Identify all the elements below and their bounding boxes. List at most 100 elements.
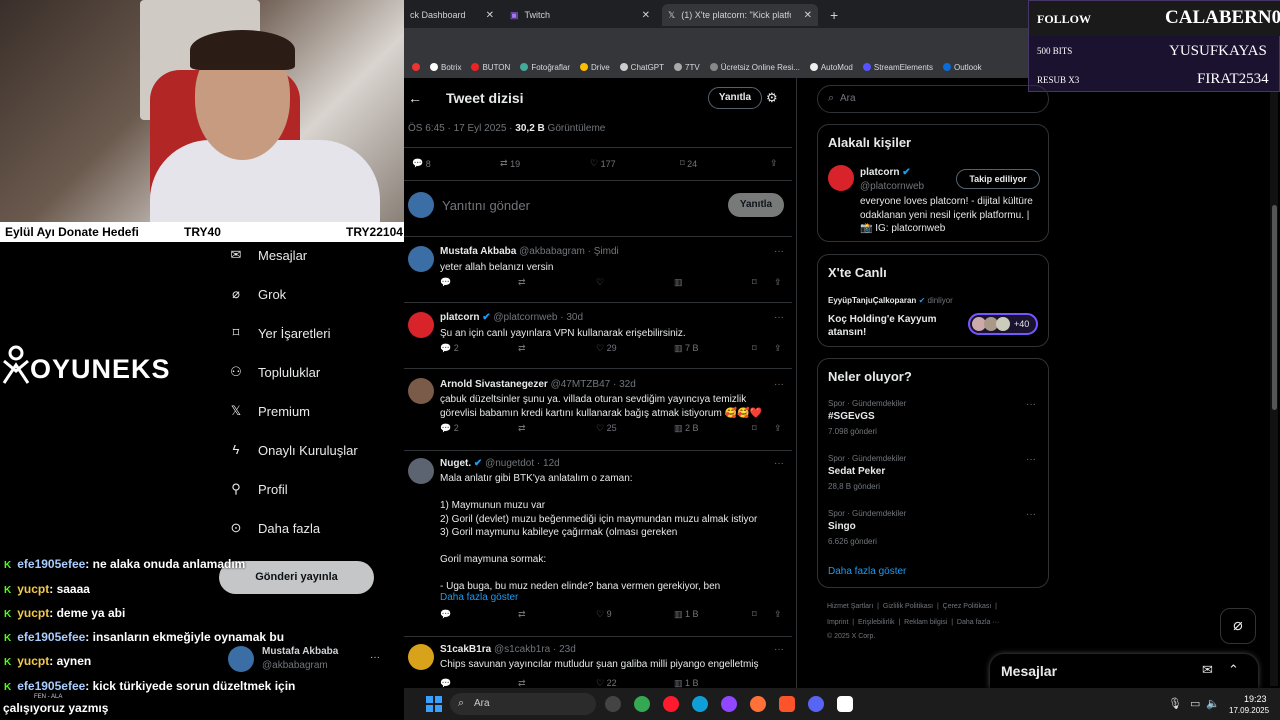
clock-time[interactable]: 19:23	[1244, 694, 1267, 704]
close-icon[interactable]: ✕	[642, 10, 650, 21]
reply-icon[interactable]: 💬 2	[440, 343, 459, 354]
compose-reply-button[interactable]: Yanıtla	[728, 193, 784, 217]
heart-icon[interactable]: ♡ 9	[596, 609, 612, 620]
avatar[interactable]	[408, 312, 434, 338]
close-icon[interactable]: ✕	[486, 10, 494, 21]
chrome-icon[interactable]	[634, 696, 650, 712]
chevron-up-icon[interactable]: ⌃	[1228, 662, 1239, 678]
heart-icon[interactable]: ♡ 22	[596, 678, 617, 688]
grok-icon[interactable]: ⌀	[1220, 608, 1256, 644]
reply-stat[interactable]: 💬 8	[412, 158, 431, 169]
related-name[interactable]: platcorn ✔	[860, 167, 911, 178]
tab-dashboard[interactable]: ck Dashboard ✕	[404, 4, 500, 26]
nav-grok[interactable]: ⌀ Grok	[228, 286, 286, 302]
footer-links[interactable]: Imprint | Erişilebilirlik | Reklam bilgi…	[827, 619, 999, 626]
reply-icon[interactable]: 💬	[440, 678, 451, 688]
nav-messages[interactable]: ✉ Mesajlar	[228, 247, 308, 263]
bookmark[interactable]: Fotoğraflar	[520, 63, 570, 72]
avatar[interactable]	[228, 646, 254, 672]
discord-icon[interactable]	[808, 696, 824, 712]
reply-icon[interactable]: 💬	[440, 609, 451, 620]
twitch-app-icon[interactable]	[721, 696, 737, 712]
close-icon[interactable]: ✕	[804, 10, 812, 21]
bookmark[interactable]: Botrix	[430, 63, 461, 72]
edge-icon[interactable]	[692, 696, 708, 712]
live-space-title[interactable]: Koç Holding'e Kayyum atansın!	[828, 313, 948, 339]
windows-start-icon[interactable]	[426, 696, 442, 712]
views-icon[interactable]: ▥ 7 B	[674, 343, 699, 354]
repost-icon[interactable]: ⇄	[518, 277, 526, 288]
avatar[interactable]	[408, 192, 434, 218]
bookmark-icon[interactable]: ⌑	[752, 609, 757, 620]
share-icon[interactable]: ⇪	[770, 158, 778, 169]
heart-icon[interactable]: ♡ 29	[596, 343, 617, 354]
bookmark[interactable]: AutoMod	[809, 63, 853, 72]
tweet-author[interactable]: S1cakB1ra @s1cakb1ra · 23d	[440, 644, 576, 655]
trend-item[interactable]: #SGEvGS	[828, 411, 875, 422]
repost-icon[interactable]: ⇄	[518, 423, 526, 434]
live-listeners[interactable]: +40	[968, 313, 1038, 335]
nav-bookmarks[interactable]: ⌑ Yer İşaretleri	[228, 325, 331, 341]
share-icon[interactable]: ⇪	[774, 343, 782, 354]
repost-icon[interactable]: ⇄	[518, 678, 526, 688]
share-icon[interactable]: ⇪	[774, 609, 782, 620]
bookmark-icon[interactable]: ⌑	[752, 277, 757, 288]
bookmark[interactable]: 7TV	[674, 63, 700, 72]
clock-date[interactable]: 17.09.2025	[1229, 706, 1269, 715]
trend-item[interactable]: Sedat Peker	[828, 466, 885, 477]
network-icon[interactable]: ▭	[1190, 697, 1200, 710]
nav-more[interactable]: ⊙ Daha fazla	[228, 520, 321, 536]
account-name[interactable]: Mustafa Akbaba	[262, 646, 338, 657]
search-input[interactable]: ⌕ Ara	[817, 85, 1049, 113]
tweet-author[interactable]: platcorn ✔ @platcornweb · 30d	[440, 312, 583, 323]
like-stat[interactable]: ♡ 177	[590, 158, 616, 169]
following-button[interactable]: Takip ediliyor	[956, 169, 1040, 189]
heart-icon[interactable]: ♡ 25	[596, 423, 617, 434]
views-icon[interactable]: ▥ 1 B	[674, 678, 699, 688]
views-icon[interactable]: ▥ 1 B	[674, 609, 699, 620]
bookmark[interactable]: BUTON	[471, 63, 510, 72]
bookmark-stat[interactable]: ⌑ 24	[680, 158, 697, 169]
sliders-icon[interactable]: ⚙	[766, 90, 778, 106]
footer-links[interactable]: Hizmet Şartları | Gizlilik Politikası | …	[827, 603, 997, 610]
bookmark[interactable]: Ücretsiz Online Resi...	[709, 63, 800, 72]
brave-icon[interactable]	[779, 696, 795, 712]
repost-icon[interactable]: ⇄	[518, 343, 526, 354]
heart-icon[interactable]: ♡	[596, 277, 604, 288]
views-icon[interactable]: ▥ 2 B	[674, 423, 699, 434]
bookmark[interactable]: Drive	[580, 63, 610, 72]
bookmark-icon[interactable]: ⌑	[752, 343, 757, 354]
taskbar-search[interactable]: ⌕ Ara	[450, 693, 596, 715]
bookmark-icon[interactable]: ⌑	[752, 423, 757, 434]
compose-input[interactable]: Yanıtını gönder	[442, 198, 530, 213]
more-icon[interactable]: ···	[1026, 454, 1038, 465]
trend-item[interactable]: Singo	[828, 521, 856, 532]
repost-icon[interactable]: ⇄	[518, 609, 526, 620]
views-icon[interactable]: ▥	[674, 277, 683, 288]
reply-icon[interactable]: 💬 2	[440, 423, 459, 434]
firefox-icon[interactable]	[750, 696, 766, 712]
scrollbar[interactable]	[1272, 205, 1277, 410]
avatar[interactable]	[408, 458, 434, 484]
more-icon[interactable]: ···	[1026, 399, 1038, 410]
bookmark[interactable]: ChatGPT	[619, 63, 664, 72]
tab-twitch[interactable]: ▣ Twitch ✕	[504, 4, 656, 26]
tweet-author[interactable]: Mustafa Akbaba @akbabagram · Şimdi	[440, 246, 619, 257]
widgets-icon[interactable]	[605, 696, 621, 712]
more-icon[interactable]: ···	[370, 652, 380, 663]
tweet-author[interactable]: Arnold Sivastanegezer @47MTZB47 · 32d	[440, 379, 636, 390]
new-message-icon[interactable]: ✉	[1202, 662, 1213, 678]
tab-x[interactable]: 𝕏(1) X'te platcorn: "Kick platform✕	[662, 4, 818, 26]
bookmark[interactable]: StreamElements	[862, 63, 933, 72]
nav-communities[interactable]: ⚇ Topluluklar	[228, 364, 320, 380]
nav-profile[interactable]: ⚲ Profil	[228, 481, 287, 497]
back-arrow-icon[interactable]: ←	[408, 90, 422, 106]
bookmark[interactable]: Outlook	[943, 63, 982, 72]
messages-drawer[interactable]: Mesajlar ✉ ⌃	[990, 654, 1258, 688]
mic-icon[interactable]: 🎙	[1168, 697, 1182, 710]
avatar[interactable]	[408, 644, 434, 670]
volume-icon[interactable]: 🔈	[1206, 697, 1220, 710]
trends-show-more-link[interactable]: Daha fazla göster	[828, 566, 906, 577]
more-icon[interactable]: ···	[1026, 509, 1038, 520]
show-more-link[interactable]: Daha fazla göster	[440, 592, 518, 603]
